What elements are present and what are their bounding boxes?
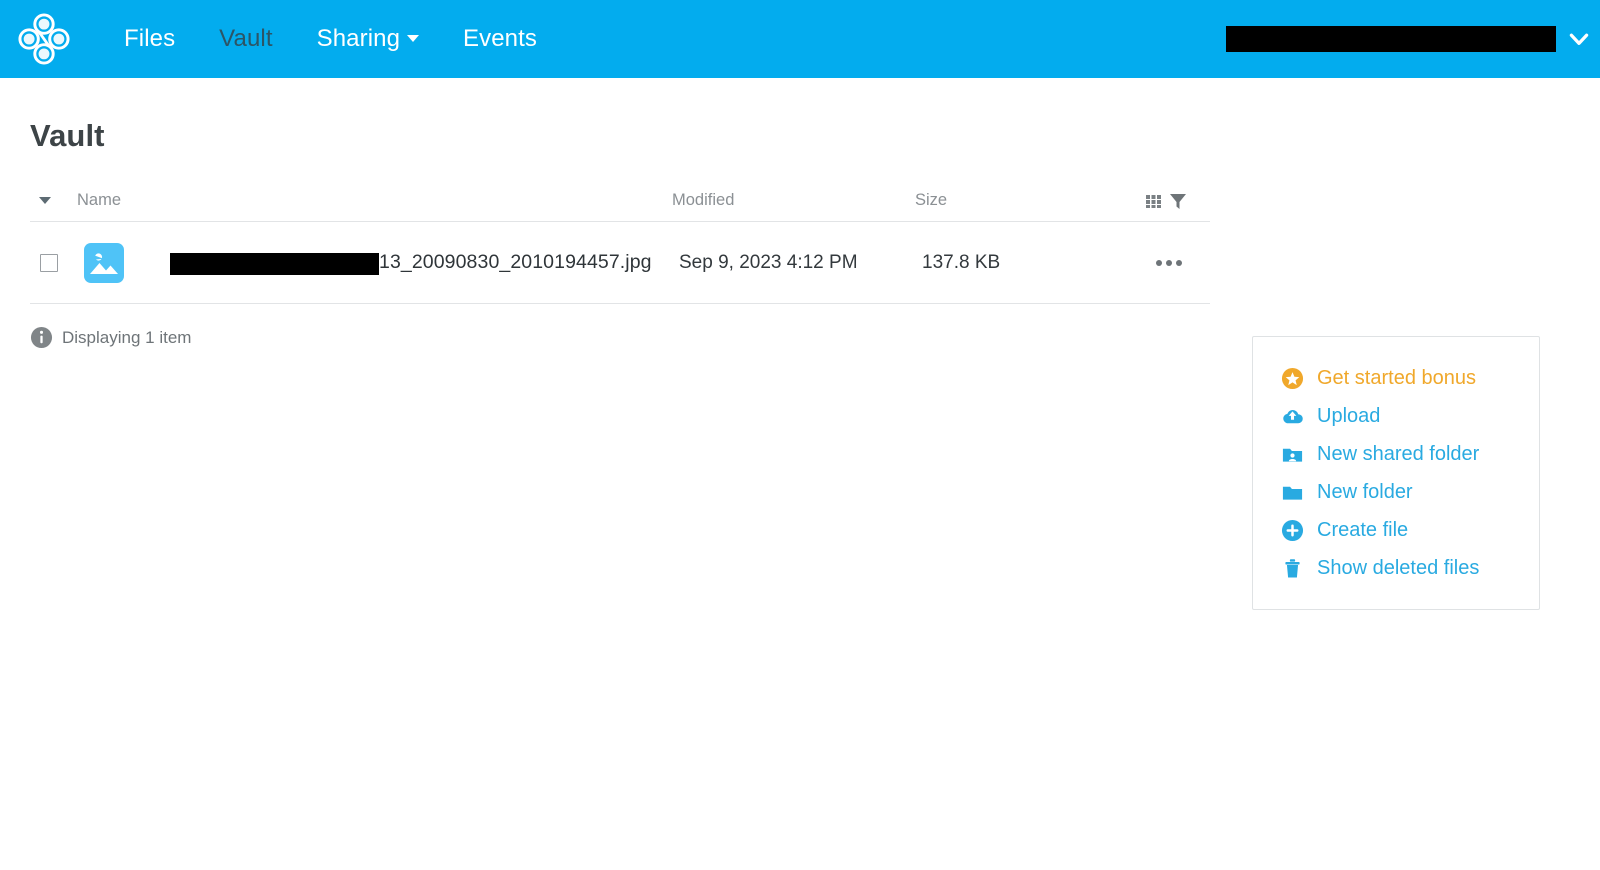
action-label: New shared folder xyxy=(1317,442,1480,465)
cloud-upload-icon xyxy=(1283,409,1303,423)
nav-links: Files Vault Sharing Events xyxy=(102,19,559,59)
cell-size: 137.8 KB xyxy=(922,251,1001,273)
action-get-started-bonus[interactable]: Get started bonus xyxy=(1253,359,1539,397)
nav-link-files[interactable]: Files xyxy=(102,19,197,59)
action-new-folder[interactable]: New folder xyxy=(1253,473,1539,511)
nav-link-vault[interactable]: Vault xyxy=(197,19,294,59)
table-status: Displaying 1 item xyxy=(30,326,1210,349)
column-header-modified[interactable]: Modified xyxy=(672,191,915,210)
page-title: Vault xyxy=(30,118,105,153)
nav-link-files-label: Files xyxy=(124,25,176,52)
clover-logo[interactable] xyxy=(16,11,72,67)
cell-actions xyxy=(1152,252,1210,274)
nav-link-events-label: Events xyxy=(463,25,538,52)
action-new-shared-folder[interactable]: New shared folder xyxy=(1253,435,1539,473)
sort-toggle[interactable] xyxy=(30,197,60,204)
shared-folder-icon xyxy=(1282,448,1303,462)
page-body: Vault Name Modified Size 13_20090830_201… xyxy=(0,118,1600,870)
table-tools xyxy=(1145,191,1210,211)
row-checkbox-cell xyxy=(30,253,67,272)
action-panel: Get started bonus Upload New shared fold… xyxy=(1252,336,1540,610)
image-file-icon xyxy=(84,242,124,283)
column-header-size[interactable]: Size xyxy=(915,191,1145,210)
table-row[interactable]: 13_20090830_2010194457.jpg Sep 9, 2023 4… xyxy=(30,222,1210,304)
plus-circle-icon xyxy=(1281,519,1304,541)
user-menu[interactable] xyxy=(1226,0,1592,78)
grid-view-icon[interactable] xyxy=(1145,191,1165,211)
chevron-down-icon xyxy=(407,35,420,43)
file-name-redacted xyxy=(170,252,379,275)
ellipsis-dot xyxy=(1176,259,1182,266)
cell-modified: Sep 9, 2023 4:12 PM xyxy=(679,251,858,273)
nav-link-sharing[interactable]: Sharing xyxy=(295,19,441,59)
info-icon xyxy=(30,326,53,349)
table-header-row: Name Modified Size xyxy=(30,180,1210,222)
chevron-down-icon xyxy=(39,197,51,204)
action-create-file[interactable]: Create file xyxy=(1253,511,1539,549)
folder-icon xyxy=(1282,486,1303,500)
cell-name: 13_20090830_2010194457.jpg xyxy=(67,242,679,283)
action-label: Upload xyxy=(1317,404,1381,427)
row-select-checkbox[interactable] xyxy=(39,253,58,272)
star-badge-icon xyxy=(1281,367,1304,389)
action-show-deleted-files[interactable]: Show deleted files xyxy=(1253,549,1539,587)
filter-funnel-icon[interactable] xyxy=(1168,191,1188,211)
ellipsis-dot xyxy=(1156,259,1162,266)
nav-link-events[interactable]: Events xyxy=(441,19,559,59)
action-label: Create file xyxy=(1317,518,1409,541)
table-status-label: Displaying 1 item xyxy=(62,327,192,347)
action-label: New folder xyxy=(1317,480,1413,503)
action-label: Show deleted files xyxy=(1317,556,1480,579)
top-navbar: Files Vault Sharing Events xyxy=(0,0,1600,78)
file-name[interactable]: 13_20090830_2010194457.jpg xyxy=(170,251,652,275)
file-table: Name Modified Size 13_20090830_201019445… xyxy=(30,180,1210,349)
action-label: Get started bonus xyxy=(1317,366,1476,389)
nav-link-vault-label: Vault xyxy=(219,25,273,52)
ellipsis-dot xyxy=(1166,259,1172,266)
column-header-name[interactable]: Name xyxy=(60,191,672,210)
file-name-visible: 13_20090830_2010194457.jpg xyxy=(379,251,652,273)
action-upload[interactable]: Upload xyxy=(1253,397,1539,435)
user-name-redacted xyxy=(1226,26,1556,52)
nav-link-sharing-label: Sharing xyxy=(316,25,401,52)
chevron-down-icon[interactable] xyxy=(1566,26,1592,52)
ellipsis-menu-icon[interactable] xyxy=(1152,252,1186,274)
trash-icon xyxy=(1285,558,1300,578)
